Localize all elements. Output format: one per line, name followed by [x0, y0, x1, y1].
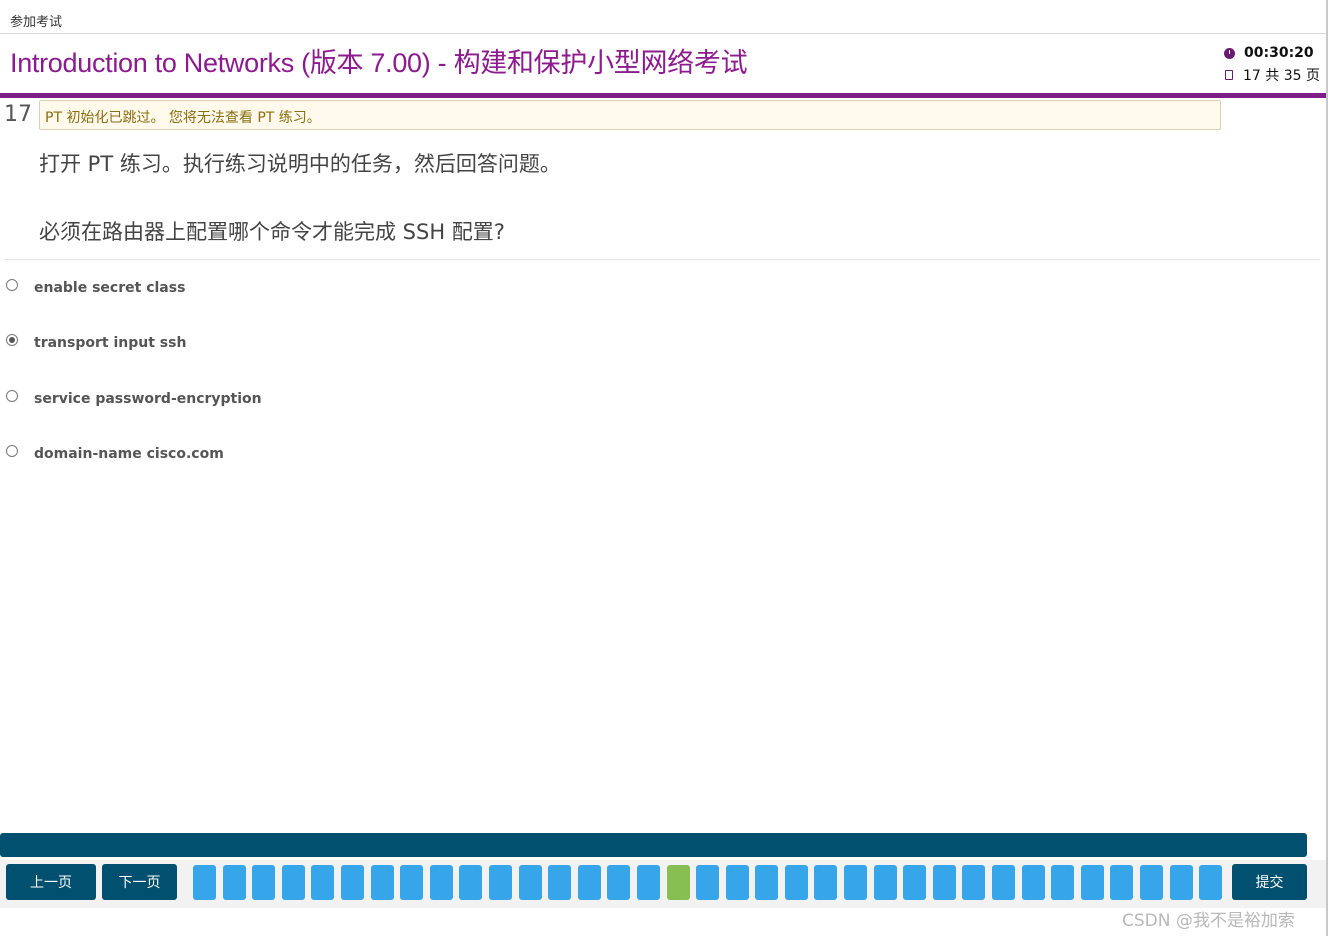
page-icon: [1225, 70, 1233, 80]
page-dot[interactable]: [459, 865, 483, 900]
page-dot[interactable]: [222, 865, 246, 900]
page-dot[interactable]: [725, 865, 749, 900]
exam-title: Introduction to Networks (版本 7.00) - 构建和…: [10, 48, 748, 78]
pt-skipped-notice: PT 初始化已跳过。 您将无法查看 PT 练习。: [39, 100, 1221, 130]
page-dot[interactable]: [518, 865, 542, 900]
radio-button[interactable]: [6, 445, 18, 457]
page-dot[interactable]: [607, 865, 631, 900]
page-dot[interactable]: [932, 865, 956, 900]
page-dot[interactable]: [1051, 865, 1075, 900]
timer-row: 00:30:20: [1224, 43, 1320, 63]
timer-value: 00:30:20: [1244, 45, 1314, 61]
page-dot[interactable]: [814, 865, 838, 900]
page-dot[interactable]: [577, 865, 601, 900]
answer-option-4[interactable]: domain-name cisco.com: [6, 445, 224, 462]
question-prompt: 必须在路由器上配置哪个命令才能完成 SSH 配置?: [39, 220, 505, 244]
next-page-button[interactable]: 下一页: [102, 864, 177, 900]
radio-button[interactable]: [6, 279, 18, 291]
answer-option-2[interactable]: transport input ssh: [6, 334, 187, 351]
submit-button[interactable]: 提交: [1232, 864, 1307, 900]
page-dot[interactable]: [252, 865, 276, 900]
page-status-row: 17 共 35 页: [1224, 65, 1320, 85]
page-dot[interactable]: [696, 865, 720, 900]
answer-label: enable secret class: [34, 280, 186, 296]
page-dot[interactable]: [992, 865, 1016, 900]
question-instruction: 打开 PT 练习。执行练习说明中的任务，然后回答问题。: [39, 152, 561, 176]
page-dot[interactable]: [636, 865, 660, 900]
watermark: CSDN @我不是裕加索: [1122, 911, 1295, 931]
answer-option-3[interactable]: service password-encryption: [6, 390, 262, 407]
page-dot[interactable]: [962, 865, 986, 900]
answer-label: service password-encryption: [34, 391, 262, 407]
page-dot[interactable]: [1080, 865, 1104, 900]
answer-option-1[interactable]: enable secret class: [6, 279, 186, 296]
progress-strip: [0, 833, 1307, 857]
page-dot[interactable]: [548, 865, 572, 900]
page-dot-current[interactable]: [666, 865, 690, 900]
question-number: 17: [4, 102, 32, 127]
page-dot[interactable]: [755, 865, 779, 900]
answer-label: transport input ssh: [34, 335, 187, 351]
exam-window: 参加考试 Introduction to Networks (版本 7.00) …: [0, 0, 1328, 936]
page-dot[interactable]: [370, 865, 394, 900]
page-dot[interactable]: [1021, 865, 1045, 900]
page-dot[interactable]: [400, 865, 424, 900]
page-dot[interactable]: [1140, 865, 1163, 900]
page-dot[interactable]: [784, 865, 808, 900]
title-divider: [0, 33, 1328, 34]
status-box: 00:30:20 17 共 35 页: [1224, 43, 1320, 85]
window-title: 参加考试: [10, 15, 63, 30]
radio-button-selected[interactable]: [6, 334, 18, 346]
prev-page-button[interactable]: 上一页: [6, 864, 96, 900]
question-divider: [4, 259, 1320, 260]
answer-label: domain-name cisco.com: [34, 446, 224, 462]
radio-button[interactable]: [6, 390, 18, 402]
page-dot[interactable]: [340, 865, 364, 900]
page-dot[interactable]: [844, 865, 868, 900]
page-status: 17 共 35 页: [1243, 68, 1320, 84]
page-dot[interactable]: [429, 865, 453, 900]
page-dot[interactable]: [488, 865, 512, 900]
page-dot[interactable]: [281, 865, 305, 900]
header-accent-bar: [0, 93, 1328, 98]
page-dot[interactable]: [193, 865, 216, 900]
page-dot[interactable]: [311, 865, 335, 900]
page-dot[interactable]: [1199, 865, 1223, 900]
clock-icon: [1224, 47, 1235, 59]
page-dot[interactable]: [873, 865, 897, 900]
page-dot[interactable]: [1169, 865, 1193, 900]
page-dot[interactable]: [903, 865, 927, 900]
page-dot[interactable]: [1110, 865, 1134, 900]
page-navigator: [193, 865, 1229, 900]
